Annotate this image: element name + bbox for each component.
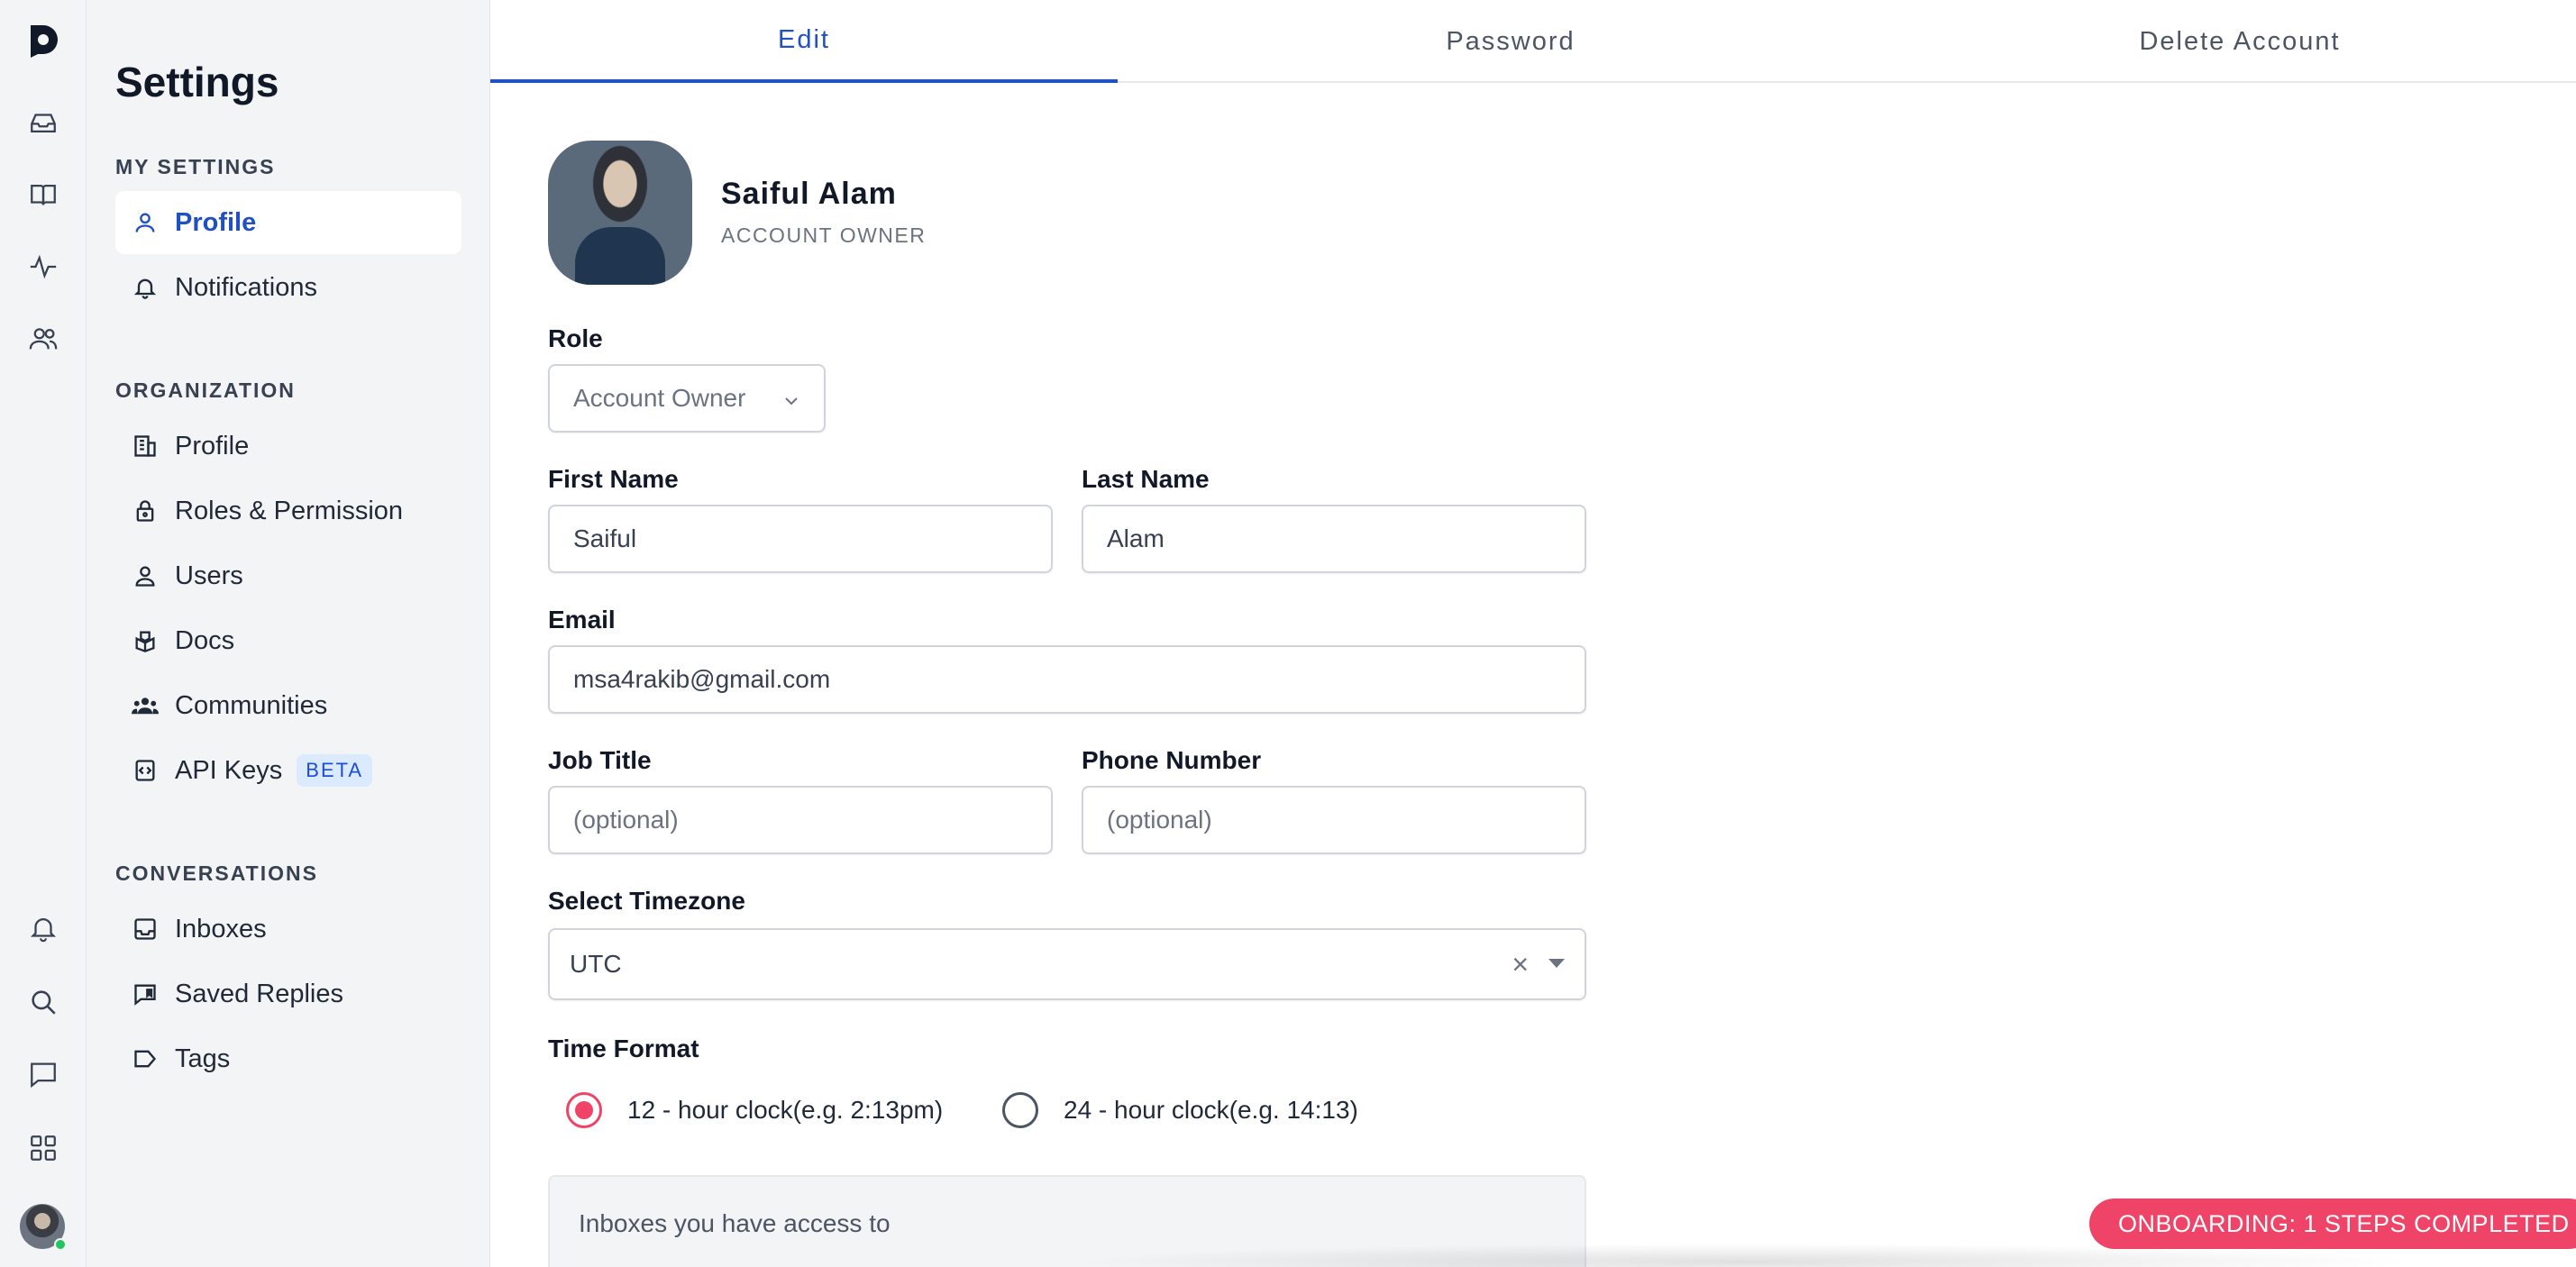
sidebar-item-docs[interactable]: Docs [115,609,461,672]
book-icon[interactable] [25,177,61,213]
role-select-value: Account Owner [573,384,746,412]
radio-12-hour-label[interactable]: 12 - hour clock(e.g. 2:13pm) [627,1096,943,1125]
chevron-down-icon [781,389,802,418]
tag-icon [130,1044,160,1074]
conversations-heading: CONVERSATIONS [115,861,318,885]
apps-icon[interactable] [25,1130,61,1166]
first-name-field[interactable]: Saiful [548,505,1053,573]
sidebar-item-users[interactable]: Users [115,544,461,607]
chat-icon[interactable] [25,1056,61,1092]
profile-role-caption: ACCOUNT OWNER [721,223,927,247]
caret-down-icon[interactable] [1548,959,1565,968]
radio-12-hour[interactable] [566,1092,602,1128]
timezone-value: UTC [570,950,622,978]
sidebar-item-label: Inboxes [175,914,267,943]
inbox-icon[interactable] [25,105,61,141]
tab-password[interactable]: Password [1118,0,1904,83]
first-name-label: First Name [548,465,679,493]
sidebar-item-label: Roles & Permission [175,496,404,525]
group-icon [130,690,160,721]
phone-number-field[interactable]: (optional) [1082,786,1586,854]
bell-icon [130,272,160,303]
tab-edit[interactable]: Edit [490,0,1118,83]
icon-rail [0,0,87,1267]
app-logo[interactable] [25,22,61,58]
search-icon[interactable] [25,984,61,1020]
beta-badge: BETA [297,754,373,787]
online-status-dot [54,1238,67,1251]
sidebar-item-label: API Keys [175,755,283,785]
sidebar-item-inboxes[interactable]: Inboxes [115,898,461,961]
timezone-label: Select Timezone [548,887,745,915]
onboarding-status-button[interactable]: ONBOARDING: 1 STEPS COMPLETED [2089,1199,2576,1249]
time-format-label: Time Format [548,1035,699,1062]
sidebar-item-label: Saved Replies [175,979,343,1008]
users-icon[interactable] [25,321,61,357]
activity-icon[interactable] [25,249,61,285]
role-select[interactable]: Account Owner [548,364,826,433]
organization-heading: ORGANIZATION [115,378,296,402]
profile-avatar[interactable] [548,141,692,285]
job-title-field[interactable]: (optional) [548,786,1053,854]
clear-icon[interactable]: × [1512,948,1529,981]
radio-24-hour[interactable] [1002,1092,1038,1128]
sidebar-item-label: Notifications [175,272,317,302]
tab-bar: Edit Password Delete Account [490,0,2576,83]
sidebar-item-label: Users [175,561,243,590]
sidebar-item-label: Docs [175,625,235,655]
last-name-label: Last Name [1082,465,1210,493]
last-name-field[interactable]: Alam [1082,505,1586,573]
user-icon [130,561,160,591]
sidebar-item-label: Communities [175,690,328,720]
tab-delete-account[interactable]: Delete Account [1904,0,2576,83]
saved-reply-icon [130,979,160,1009]
sidebar-item-label: Profile [175,431,250,460]
sidebar-item-notifications[interactable]: Notifications [115,256,461,319]
radio-24-hour-label[interactable]: 24 - hour clock(e.g. 14:13) [1064,1096,1358,1125]
email-field[interactable]: msa4rakib@gmail.com [548,645,1586,714]
sidebar-item-org-profile[interactable]: Profile [115,415,461,478]
job-title-label: Job Title [548,746,652,774]
sidebar-item-label: Tags [175,1044,231,1073]
my-settings-heading: MY SETTINGS [115,155,276,178]
lock-icon [130,496,160,526]
sidebar-item-communities[interactable]: Communities [115,674,461,737]
code-icon [130,755,160,786]
inboxes-access-title: Inboxes you have access to [579,1209,891,1237]
main-content: Edit Password Delete Account Saiful Alam… [490,0,2576,1267]
profile-name: Saiful Alam [721,177,897,211]
sidebar-item-label: Profile [175,207,257,237]
sidebar-item-api-keys[interactable]: API Keys BETA [115,739,461,802]
inbox-icon [130,914,160,944]
timezone-select[interactable]: UTC × [548,928,1586,1000]
bell-icon[interactable] [25,910,61,946]
building-icon [130,431,160,461]
settings-sidebar: Settings MY SETTINGS Profile Notificatio… [87,0,490,1267]
role-label: Role [548,324,603,352]
sidebar-item-saved-replies[interactable]: Saved Replies [115,962,461,1025]
settings-title: Settings [115,59,279,105]
email-label: Email [548,606,616,634]
phone-number-label: Phone Number [1082,746,1262,774]
docs-icon [130,625,160,656]
sidebar-item-tags[interactable]: Tags [115,1027,461,1090]
user-icon [130,207,160,238]
sidebar-item-roles-permission[interactable]: Roles & Permission [115,479,461,542]
sidebar-item-my-profile[interactable]: Profile [115,191,461,254]
